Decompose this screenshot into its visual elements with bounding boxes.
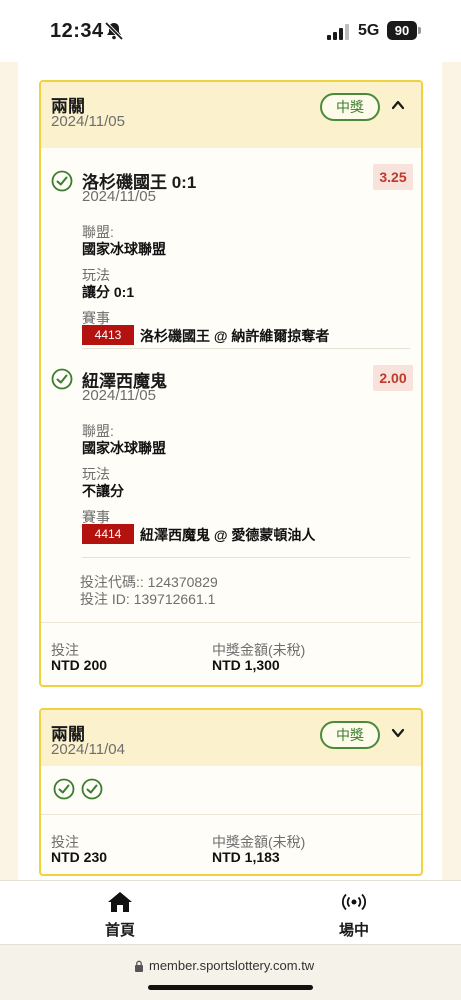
- event-name: 洛杉磯國王 @ 納許維爾掠奪者: [140, 328, 330, 344]
- bet-date: 2024/11/05: [51, 113, 125, 130]
- selection-date: 2024/11/05: [82, 188, 156, 205]
- odds-badge: 2.00: [373, 365, 413, 391]
- league-value: 國家冰球聯盟: [82, 440, 166, 456]
- bet-card-header[interactable]: 兩關 2024/11/05 中獎: [41, 82, 421, 148]
- bet-date: 2024/11/04: [51, 741, 125, 758]
- payout-value: NTD 1,300: [212, 657, 280, 673]
- market-value: 不讓分: [82, 483, 124, 499]
- network-type: 5G: [358, 22, 380, 39]
- bet-leg: 洛杉磯國王 0:1 2024/11/05 3.25 聯盟: 國家冰球聯盟 玩法 …: [41, 148, 421, 348]
- event-id-badge: 4413: [82, 325, 134, 345]
- bottom-nav: 首頁 場中: [0, 880, 461, 944]
- lock-icon: [135, 960, 143, 972]
- chevron-up-icon[interactable]: [391, 98, 405, 112]
- nav-live[interactable]: 場中: [294, 881, 414, 945]
- nav-live-label: 場中: [338, 922, 369, 939]
- status-badge: 中獎: [320, 93, 380, 121]
- url-text: member.sportslottery.com.tw: [149, 958, 315, 973]
- signal-icon: [327, 24, 349, 40]
- battery-level: 90: [387, 21, 417, 40]
- broadcast-icon: [342, 893, 366, 911]
- check-circle-icon: [51, 368, 73, 390]
- home-icon: [108, 892, 132, 912]
- bet-history-list[interactable]: 兩關 2024/11/05 中獎 洛杉磯國王 0:1 2024/11/05 3.…: [0, 62, 461, 880]
- status-time: 12:34: [50, 20, 104, 42]
- footer-divider: [41, 622, 421, 623]
- nav-home[interactable]: 首頁: [60, 881, 180, 945]
- status-bar: 12:34 5G 90: [0, 0, 461, 62]
- event-name: 紐澤西魔鬼 @ 愛德蒙頓油人: [140, 527, 316, 543]
- bet-card-header[interactable]: 兩關 2024/11/04 中獎: [41, 710, 421, 766]
- market-value: 讓分 0:1: [82, 284, 135, 300]
- stake-value: NTD 200: [51, 657, 108, 673]
- chevron-down-icon[interactable]: [391, 726, 405, 740]
- selection-date: 2024/11/05: [82, 387, 156, 404]
- check-circle-icon: [81, 778, 103, 800]
- footer-divider: [41, 814, 421, 815]
- leg-result-icons: [53, 778, 113, 802]
- nav-home-label: 首頁: [104, 922, 135, 939]
- bet-leg: 紐澤西魔鬼 2024/11/05 2.00 聯盟: 國家冰球聯盟 玩法 不讓分 …: [41, 358, 421, 558]
- browser-url-bar[interactable]: member.sportslottery.com.tw: [0, 944, 461, 1000]
- stake-value: NTD 230: [51, 849, 108, 865]
- home-indicator[interactable]: [148, 985, 313, 990]
- check-circle-icon: [53, 778, 75, 800]
- leg-divider: [82, 348, 410, 349]
- bet-id: 投注 ID: 139712661.1: [80, 591, 216, 607]
- odds-badge: 3.25: [373, 164, 413, 190]
- event-id-badge: 4414: [82, 524, 134, 544]
- check-circle-icon: [51, 170, 73, 192]
- bet-card: 兩關 2024/11/05 中獎 洛杉磯國王 0:1 2024/11/05 3.…: [39, 80, 423, 687]
- bet-card: 兩關 2024/11/04 中獎 投注 NTD 230 中獎金額(未稅) NTD…: [39, 708, 423, 876]
- league-value: 國家冰球聯盟: [82, 241, 166, 257]
- battery-tip: [418, 27, 421, 34]
- leg-divider: [82, 557, 410, 558]
- status-badge: 中獎: [320, 721, 380, 749]
- bell-muted-icon: [104, 21, 124, 41]
- payout-value: NTD 1,183: [212, 849, 280, 865]
